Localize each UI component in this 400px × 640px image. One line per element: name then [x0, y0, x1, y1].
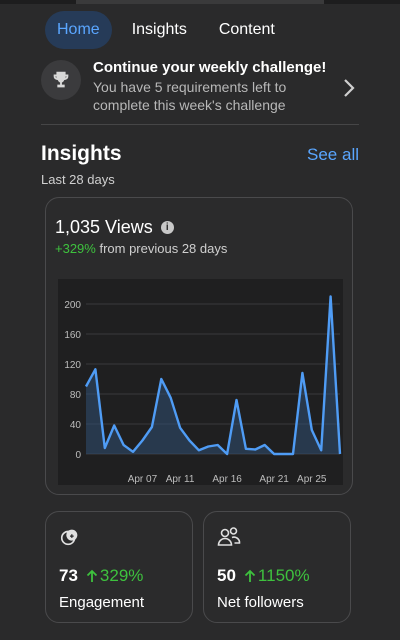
y-tick-label: 120: [64, 360, 81, 371]
views-chart: 0 40 80 120 160 200 Apr 07 Apr 11 Apr 16 Apr 21 Ap…: [58, 279, 343, 485]
y-tick-label: 200: [64, 300, 81, 311]
views-card[interactable]: 1,035 Views i +329% from previous 28 day…: [45, 197, 353, 495]
x-tick-label: Apr 11: [166, 474, 195, 485]
divider: [41, 124, 359, 125]
followers-value: 50: [217, 566, 236, 585]
y-tick-label: 40: [70, 420, 82, 431]
arrow-up-icon: [86, 569, 98, 582]
engagement-card[interactable]: 73 329% Engagement: [45, 511, 193, 623]
y-tick-label: 80: [70, 390, 82, 401]
top-edge: [0, 0, 400, 4]
arrow-up-icon: [244, 569, 256, 582]
views-chart-svg: 0 40 80 120 160 200 Apr 07 Apr 11 Apr 16 Apr 21 Ap…: [64, 295, 342, 485]
followers-card[interactable]: 50 1150% Net followers: [203, 511, 351, 623]
people-icon: [217, 526, 241, 553]
chevron-right-icon[interactable]: [343, 78, 355, 103]
views-count: 1,035 Views: [55, 217, 153, 237]
tab-insights[interactable]: Insights: [120, 11, 199, 49]
insights-heading: Insights: [41, 142, 122, 165]
followers-change-value: 1150%: [257, 566, 310, 585]
views-change-text: from previous 28 days: [95, 241, 228, 256]
x-tick-label: Apr 21: [259, 474, 289, 485]
tab-home[interactable]: Home: [45, 11, 112, 49]
challenge-title: Continue your weekly challenge!: [93, 59, 327, 76]
trophy-icon: [41, 60, 81, 100]
tab-bar: Home Insights Content: [45, 10, 287, 50]
weekly-challenge-banner[interactable]: Continue your weekly challenge! You have…: [41, 58, 359, 120]
engagement-label: Engagement: [59, 594, 145, 611]
views-change: +329% from previous 28 days: [55, 241, 227, 256]
followers-change: 1150%: [244, 566, 310, 586]
see-all-link[interactable]: See all: [307, 145, 359, 165]
challenge-subtitle: You have 5 requirements left to complete…: [93, 79, 287, 113]
x-tick-label: Apr 25: [297, 474, 327, 485]
x-tick-label: Apr 16: [212, 474, 242, 485]
y-tick-label: 160: [64, 330, 81, 341]
views-change-pct: +329%: [55, 241, 96, 256]
x-tick-label: Apr 07: [128, 474, 158, 485]
tab-content[interactable]: Content: [207, 11, 287, 49]
y-tick-label: 0: [75, 450, 81, 461]
info-icon[interactable]: i: [160, 221, 174, 234]
period-label: Last 28 days: [41, 172, 115, 187]
engagement-icon: [59, 526, 81, 553]
engagement-change-value: 329%: [99, 566, 144, 585]
engagement-value: 73: [59, 566, 78, 585]
engagement-change: 329%: [86, 566, 143, 586]
followers-label: Net followers: [217, 594, 304, 611]
